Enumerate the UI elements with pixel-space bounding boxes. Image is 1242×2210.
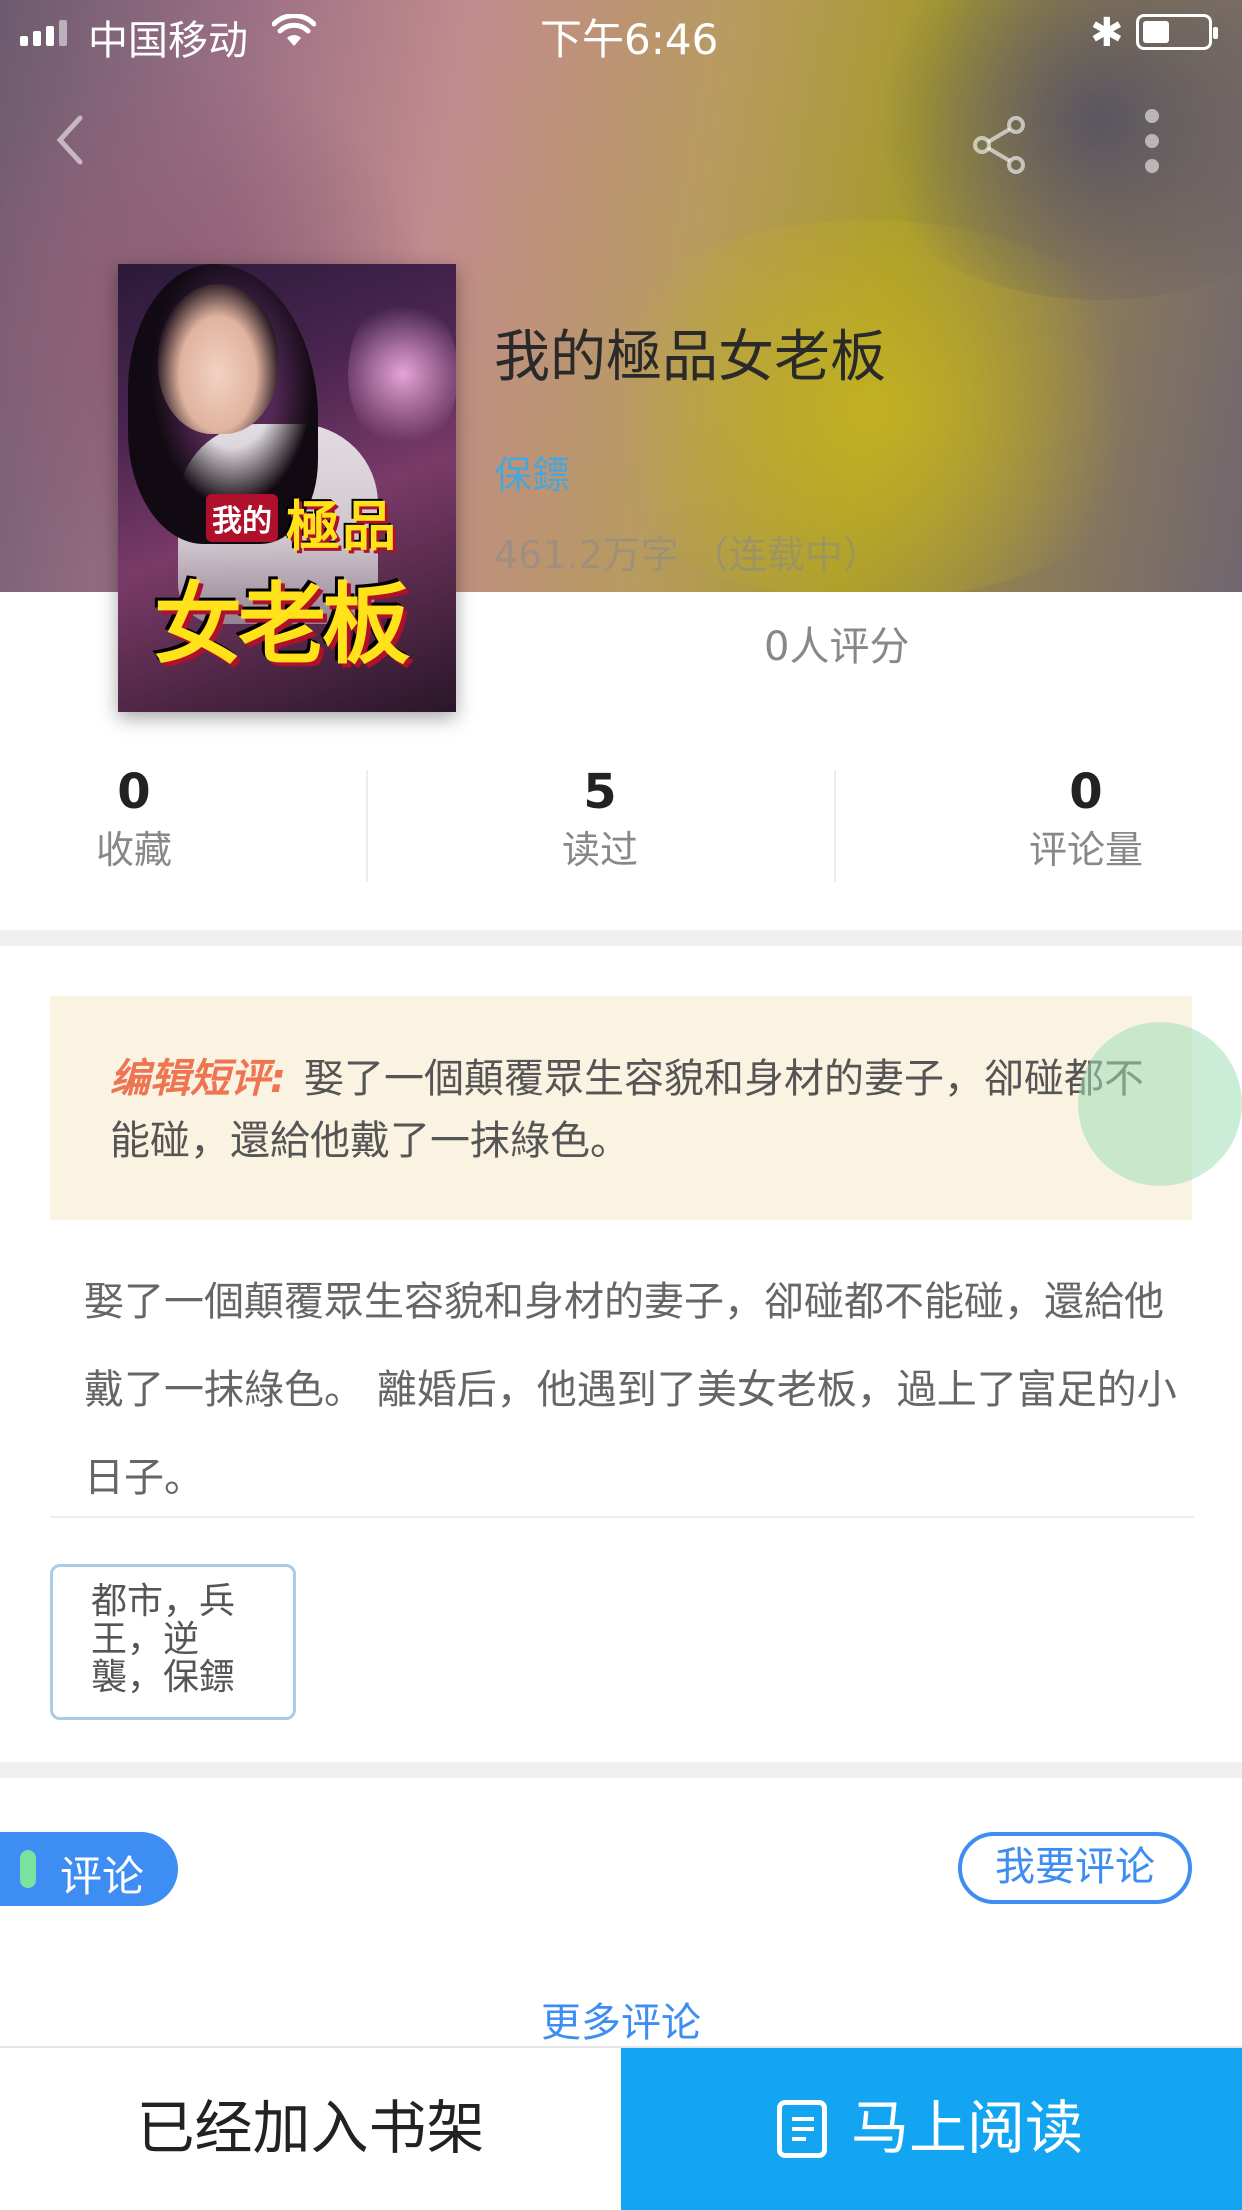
- stat-comments: 0 评论量: [976, 764, 1196, 880]
- section-divider: [0, 1762, 1242, 1778]
- cover-text-big: 女老板: [154, 573, 410, 676]
- wifi-icon: [272, 14, 316, 46]
- comments-tab-marker: [20, 1850, 36, 1888]
- bluetooth-icon: ✱: [1090, 10, 1124, 56]
- editor-review-label: 编辑短评:: [110, 1056, 286, 1102]
- stat-label: 收藏: [95, 828, 172, 872]
- comments-tab-label: 评论: [60, 1852, 145, 1901]
- divider: [834, 770, 836, 882]
- clock: 下午6:46: [540, 15, 719, 64]
- book-icon: [777, 2100, 827, 2158]
- tag-chip[interactable]: 都市，兵王，逆襲，保鏢: [50, 1564, 296, 1720]
- carrier-label: 中国移动: [88, 18, 248, 64]
- bottom-action-bar: 已经加入书架 马上阅读: [0, 2046, 1242, 2210]
- book-cover[interactable]: 我的 極品 女老板: [118, 264, 456, 712]
- battery-icon: [1136, 14, 1218, 50]
- share-icon[interactable]: [970, 115, 1030, 175]
- stat-label: 评论量: [1028, 828, 1143, 872]
- book-author[interactable]: 保鏢: [494, 444, 570, 499]
- editor-review: 编辑短评: 娶了一個顛覆眾生容貌和身材的妻子，卻碰都不能碰，還給他戴了一抹綠色。: [50, 996, 1192, 1220]
- stat-favorites: 0 收藏: [24, 764, 244, 880]
- read-now-button[interactable]: 马上阅读: [621, 2048, 1242, 2210]
- cover-text-mid: 極品: [286, 495, 398, 558]
- comments-tab: 评论: [0, 1832, 178, 1906]
- rating-count: 0人评分: [764, 624, 910, 670]
- status-bar: 中国移动 下午6:46 ✱: [0, 0, 1242, 64]
- stats-row: 0 收藏 5 读过 0 评论量: [0, 764, 1242, 892]
- stat-value: 0: [1069, 764, 1103, 820]
- signal-icon: [20, 20, 67, 46]
- write-comment-button[interactable]: 我要评论: [958, 1832, 1192, 1904]
- stat-value: 5: [583, 764, 617, 820]
- more-options-icon[interactable]: [1140, 108, 1164, 174]
- more-comments-link[interactable]: 更多评论: [0, 1990, 1242, 2048]
- divider: [50, 1516, 1194, 1518]
- book-meta: 461.2万字 （连载中）: [494, 533, 881, 577]
- divider: [366, 770, 368, 882]
- cover-text-small: 我的: [206, 494, 278, 542]
- read-now-label: 马上阅读: [851, 2094, 1084, 2162]
- book-title: 我的極品女老板: [494, 325, 886, 390]
- stat-label: 读过: [561, 828, 638, 872]
- touch-ripple: [1078, 1022, 1242, 1186]
- add-to-shelf-button[interactable]: 已经加入书架: [0, 2048, 621, 2210]
- section-divider: [0, 930, 1242, 946]
- back-icon[interactable]: [50, 110, 90, 170]
- stat-read: 5 读过: [490, 764, 710, 880]
- book-description: 娶了一個顛覆眾生容貌和身材的妻子，卻碰都不能碰，還給他戴了一抹綠色。 離婚后，他…: [84, 1279, 1177, 1501]
- stat-value: 0: [117, 764, 151, 820]
